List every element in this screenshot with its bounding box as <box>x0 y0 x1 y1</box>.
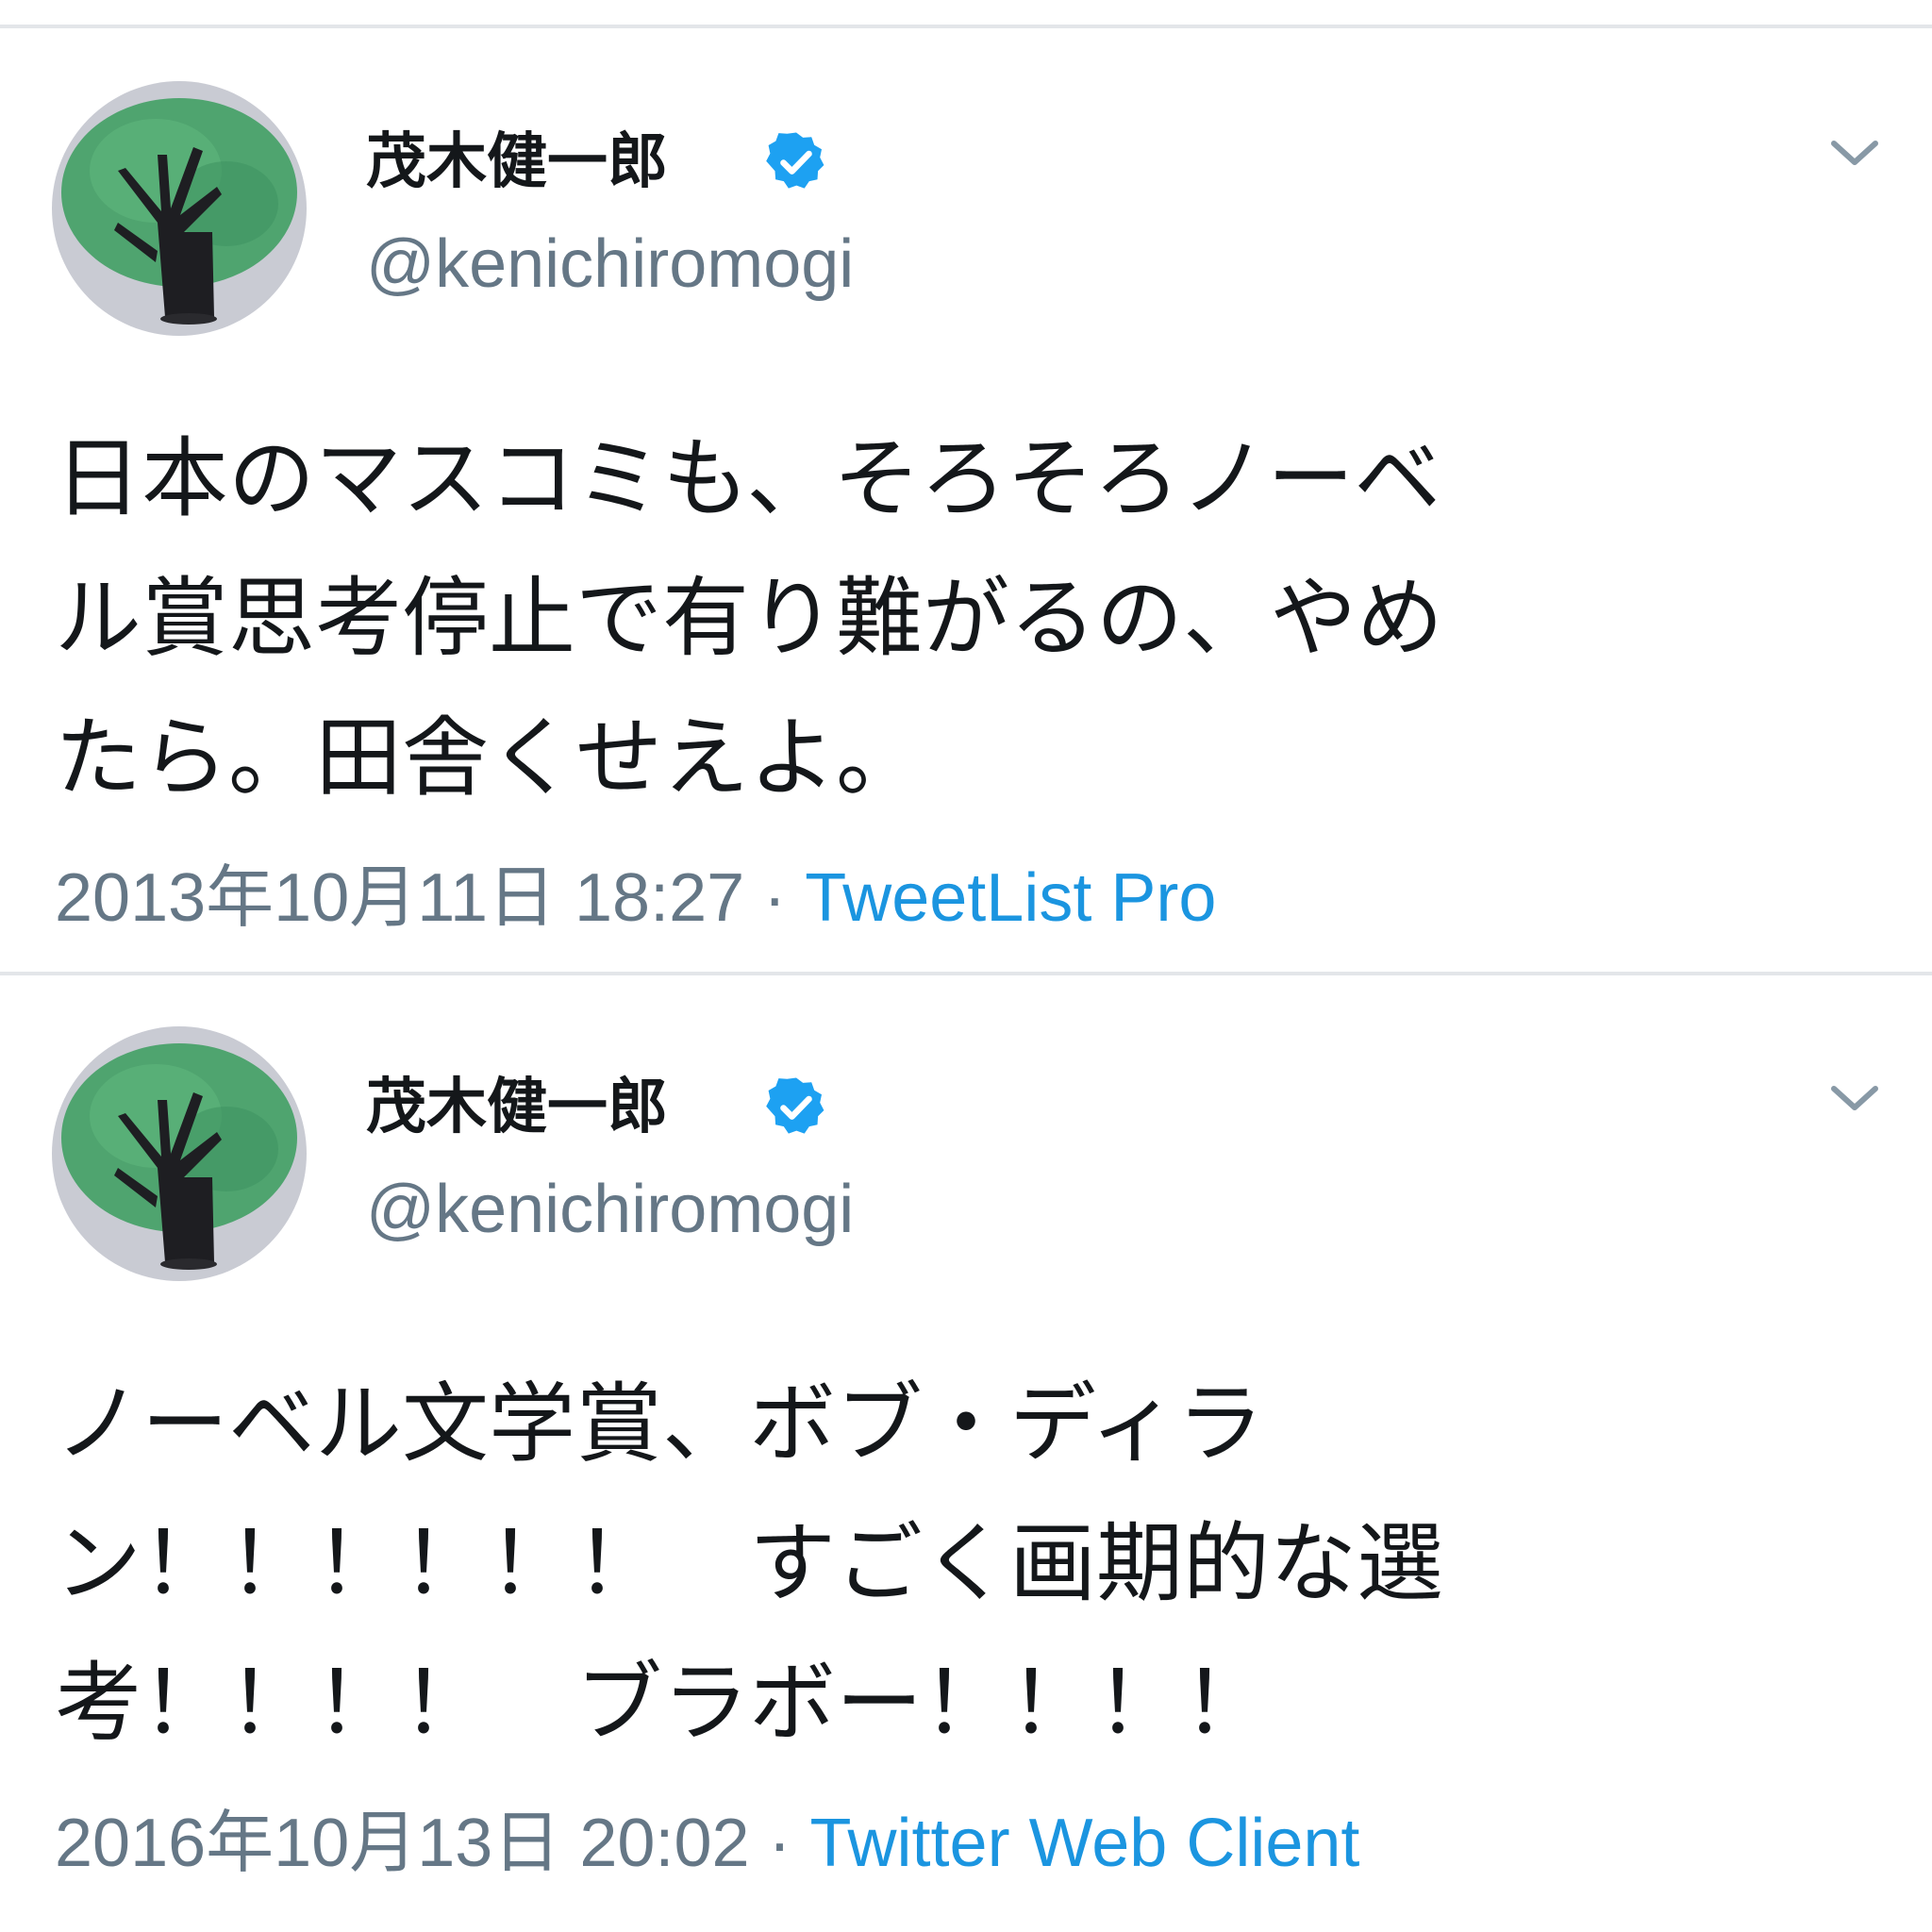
tweet-text-line: 日本のマスコミも、そろそろノーベ <box>55 428 1441 529</box>
tweet-text-line: ン！！！！！！ すごく画期的な選 <box>55 1513 1444 1614</box>
tweet-text-line: 考！！！！ ブラボー！！！！ <box>55 1653 1271 1754</box>
timestamp[interactable]: 2016年10月13日 20:02 <box>55 1806 750 1881</box>
avatar[interactable] <box>52 1026 307 1281</box>
handle[interactable]: @kenichiromogi <box>366 225 854 304</box>
divider-top <box>0 25 1932 28</box>
tweet-text-line: ノーベル文学賞、ボブ・ディラ <box>55 1374 1264 1474</box>
tweet-text-line: たら。田舎くせえよ。 <box>55 708 924 808</box>
avatar[interactable] <box>52 81 307 336</box>
handle[interactable]: @kenichiromogi <box>366 1170 854 1249</box>
client-link[interactable]: Twitter Web Client <box>810 1806 1360 1881</box>
chevron-down-icon[interactable] <box>1828 136 1881 170</box>
tweet-meta: 2013年10月11日 18:27 · TweetList Pro <box>55 858 1216 938</box>
avatar-image <box>52 1026 307 1281</box>
avatar-image <box>52 81 307 336</box>
timestamp[interactable]: 2013年10月11日 18:27 <box>55 860 744 936</box>
meta-separator: · <box>768 1806 791 1881</box>
tweet-text-line: ル賞思考停止で有り難がるの、やめ <box>55 568 1444 669</box>
chevron-down-icon[interactable] <box>1828 1081 1881 1115</box>
verified-badge-icon <box>766 132 824 189</box>
verified-badge-icon <box>766 1077 824 1134</box>
client-link[interactable]: TweetList Pro <box>805 860 1216 936</box>
display-name[interactable]: 茂木健一郎 <box>366 1070 668 1145</box>
tweet-text: ノーベル文学賞、ボブ・ディラン！！！！！！ すごく画期的な選 考！！！！ ブラボー… <box>55 1355 1828 1774</box>
tweet-text: 日本のマスコミも、そろそろノーベ ル賞思考停止で有り難がるの、やめ たら。田舎くせえ… <box>55 409 1828 828</box>
divider-middle <box>0 972 1932 975</box>
tweet-meta: 2016年10月13日 20:02 · Twitter Web Client <box>55 1804 1359 1883</box>
display-name[interactable]: 茂木健一郎 <box>366 125 668 200</box>
meta-separator: · <box>763 860 787 936</box>
